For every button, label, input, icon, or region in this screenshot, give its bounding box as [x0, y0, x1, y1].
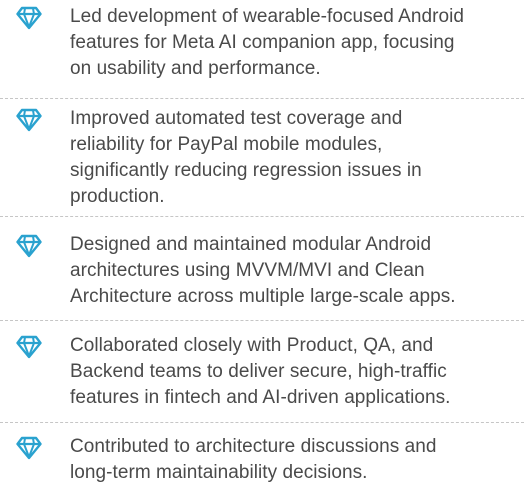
list-item-line: features in fintech and AI-driven applic… [70, 387, 451, 408]
list-item-line: features for Meta AI companion app, focu… [70, 32, 455, 53]
achievement-list: Led development of wearable-focused Andr… [0, 0, 524, 483]
divider [0, 320, 524, 321]
divider [0, 216, 524, 217]
diamond-icon [16, 6, 42, 30]
list-item-line: Collaborated closely with Product, QA, a… [70, 335, 434, 356]
list-item-line: architectures using MVVM/MVI and Clean [70, 260, 425, 281]
list-item-text: Contributed to architecture discussions … [70, 434, 518, 486]
list-item-text: Designed and maintained modular Android a… [70, 232, 518, 310]
list-item-line: Designed and maintained modular Android [70, 234, 432, 255]
list-item-line: reliability for PayPal mobile modules, [70, 134, 383, 155]
list-item-line: Backend teams to deliver secure, high-tr… [70, 361, 447, 382]
list-item-line: Improved automated test coverage and [70, 108, 403, 129]
diamond-icon [16, 234, 42, 258]
list-item-line: Contributed to architecture discussions … [70, 436, 437, 457]
divider [0, 98, 524, 99]
list-item-line: production. [70, 186, 165, 207]
list-item-text: Collaborated closely with Product, QA, a… [70, 333, 518, 411]
list-item-text: Led development of wearable-focused Andr… [70, 4, 518, 82]
list-item-line: long-term maintainability decisions. [70, 462, 368, 483]
list-item-line: Led development of wearable-focused Andr… [70, 6, 465, 27]
diamond-icon [16, 436, 42, 460]
list-item-line: on usability and performance. [70, 58, 321, 79]
list-item-text: Improved automated test coverage and reli… [70, 106, 518, 210]
divider [0, 422, 524, 423]
diamond-icon [16, 335, 42, 359]
list-item-line: significantly reducing regression issues… [70, 160, 422, 181]
diamond-icon [16, 108, 42, 132]
list-item-line: Architecture across multiple large-scale… [70, 286, 456, 307]
